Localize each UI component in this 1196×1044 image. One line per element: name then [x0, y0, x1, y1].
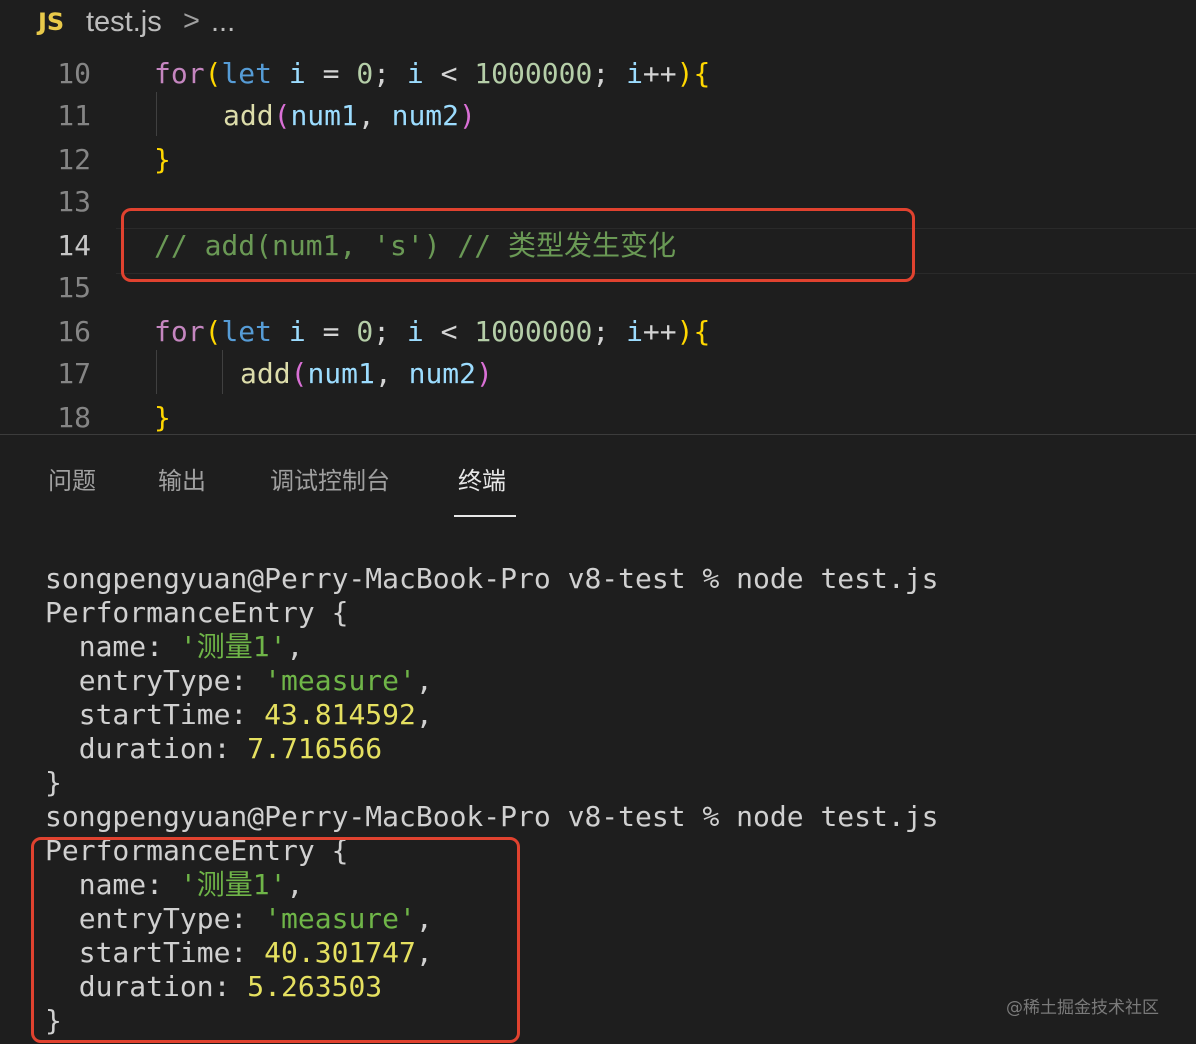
code-token: { [693, 315, 711, 348]
highlight-box-code [121, 208, 915, 282]
tab-terminal[interactable]: 终端 [458, 461, 506, 496]
code-text: add(num1, num2) [240, 352, 493, 396]
breadcrumb: JS test.js > ... [0, 0, 1196, 48]
entry-value: 43.814592 [264, 698, 416, 731]
active-tab-indicator [454, 515, 516, 517]
line-number: 12 [57, 143, 91, 176]
line-number: 18 [57, 401, 91, 434]
code-token: ++ [642, 57, 677, 90]
terminal-line: entryType: 'measure', [45, 664, 433, 698]
code-token: ) [476, 357, 493, 390]
code-token: ; [373, 315, 407, 348]
code-token: 0 [356, 315, 374, 348]
code-token: add [223, 99, 274, 132]
entry-punct: , [415, 664, 433, 697]
code-token: ; [373, 57, 407, 90]
line-number: 16 [57, 315, 91, 348]
terminal-line: startTime: 43.814592, [45, 698, 433, 732]
entry-key: startTime: [45, 698, 265, 731]
code-token: = [305, 315, 357, 348]
code-line[interactable]: 17 add(num1, num2) [0, 352, 1196, 396]
code-token: 1000000 [474, 57, 593, 90]
line-number: 14 [57, 229, 91, 262]
code-line[interactable]: 18} [0, 396, 1196, 434]
code-text: for(let i = 0; i < 1000000; i++){ [154, 310, 710, 354]
code-token: num2 [408, 357, 477, 390]
code-token: { [693, 57, 711, 90]
code-token: = [305, 57, 357, 90]
code-token: < [423, 315, 475, 348]
code-token: ( [273, 99, 291, 132]
line-number: 15 [57, 271, 91, 304]
code-token: , [374, 357, 409, 390]
entry-key: entryType: [45, 664, 265, 697]
code-token: for [154, 57, 205, 90]
breadcrumb-file[interactable]: test.js [86, 6, 162, 39]
terminal-prompt: songpengyuan@Perry-MacBook-Pro v8-test %… [45, 562, 939, 595]
entry-value: '测量1' [179, 630, 287, 663]
code-token: for [154, 315, 205, 348]
entry-value: 'measure' [264, 664, 416, 697]
code-line[interactable]: 11 add(num1, num2) [0, 94, 1196, 138]
code-token: < [423, 57, 475, 90]
terminal-prompt: songpengyuan@Perry-MacBook-Pro v8-test %… [45, 800, 939, 833]
code-token: } [154, 143, 171, 176]
code-token: ) [676, 57, 694, 90]
tab-problems[interactable]: 问题 [48, 461, 96, 496]
code-text: } [154, 138, 171, 182]
code-line[interactable]: 12} [0, 138, 1196, 182]
code-token: ++ [642, 315, 677, 348]
terminal-line: duration: 7.716566 [45, 732, 382, 766]
code-line[interactable]: 16 for(let i = 0; i < 1000000; i++){ [0, 310, 1196, 354]
code-token: ; [592, 315, 627, 348]
line-number: 10 [57, 57, 91, 90]
code-token: ( [204, 57, 222, 90]
code-token: i [288, 315, 306, 348]
terminal-line: } [45, 766, 62, 799]
code-token: num1 [290, 99, 358, 132]
code-line[interactable]: 10 for(let i = 0; i < 1000000; i++){ [0, 52, 1196, 96]
code-token: num1 [307, 357, 375, 390]
code-text: for(let i = 0; i < 1000000; i++){ [154, 52, 710, 96]
breadcrumb-more[interactable]: ... [211, 6, 235, 39]
tab-output[interactable]: 输出 [158, 461, 206, 496]
tab-debug-console[interactable]: 调试控制台 [270, 461, 390, 496]
code-token: , [357, 99, 392, 132]
code-token: ; [592, 57, 627, 90]
watermark: @稀土掘金技术社区 [1006, 998, 1159, 1018]
line-number: 11 [57, 99, 91, 132]
line-number: 17 [57, 357, 91, 390]
terminal-line: name: '测量1', [45, 630, 304, 664]
highlight-box-terminal [31, 837, 520, 1043]
entry-key: name: [45, 630, 180, 663]
code-token: i [288, 57, 306, 90]
code-token: ) [459, 99, 476, 132]
code-token: let [221, 57, 273, 90]
code-token: i [626, 57, 643, 90]
code-token: i [626, 315, 643, 348]
code-token: } [154, 401, 171, 434]
code-text: } [154, 396, 171, 434]
chevron-right-icon: > [183, 5, 200, 37]
code-token: i [406, 315, 424, 348]
code-token: num2 [391, 99, 460, 132]
javascript-file-icon: JS [38, 8, 65, 36]
entry-key: duration: [45, 732, 248, 765]
entry-value: 7.716566 [247, 732, 383, 765]
line-number: 13 [57, 185, 91, 218]
code-token: ( [204, 315, 222, 348]
code-token: 1000000 [474, 315, 593, 348]
code-text: add(num1, num2) [223, 94, 476, 138]
code-token: ( [290, 357, 308, 390]
code-token: 0 [356, 57, 374, 90]
code-token: ) [676, 315, 694, 348]
code-token: i [406, 57, 424, 90]
entry-punct: , [415, 698, 433, 731]
terminal-line: PerformanceEntry { [45, 596, 349, 629]
code-token: let [221, 315, 273, 348]
entry-punct: , [286, 630, 304, 663]
code-token: add [240, 357, 291, 390]
